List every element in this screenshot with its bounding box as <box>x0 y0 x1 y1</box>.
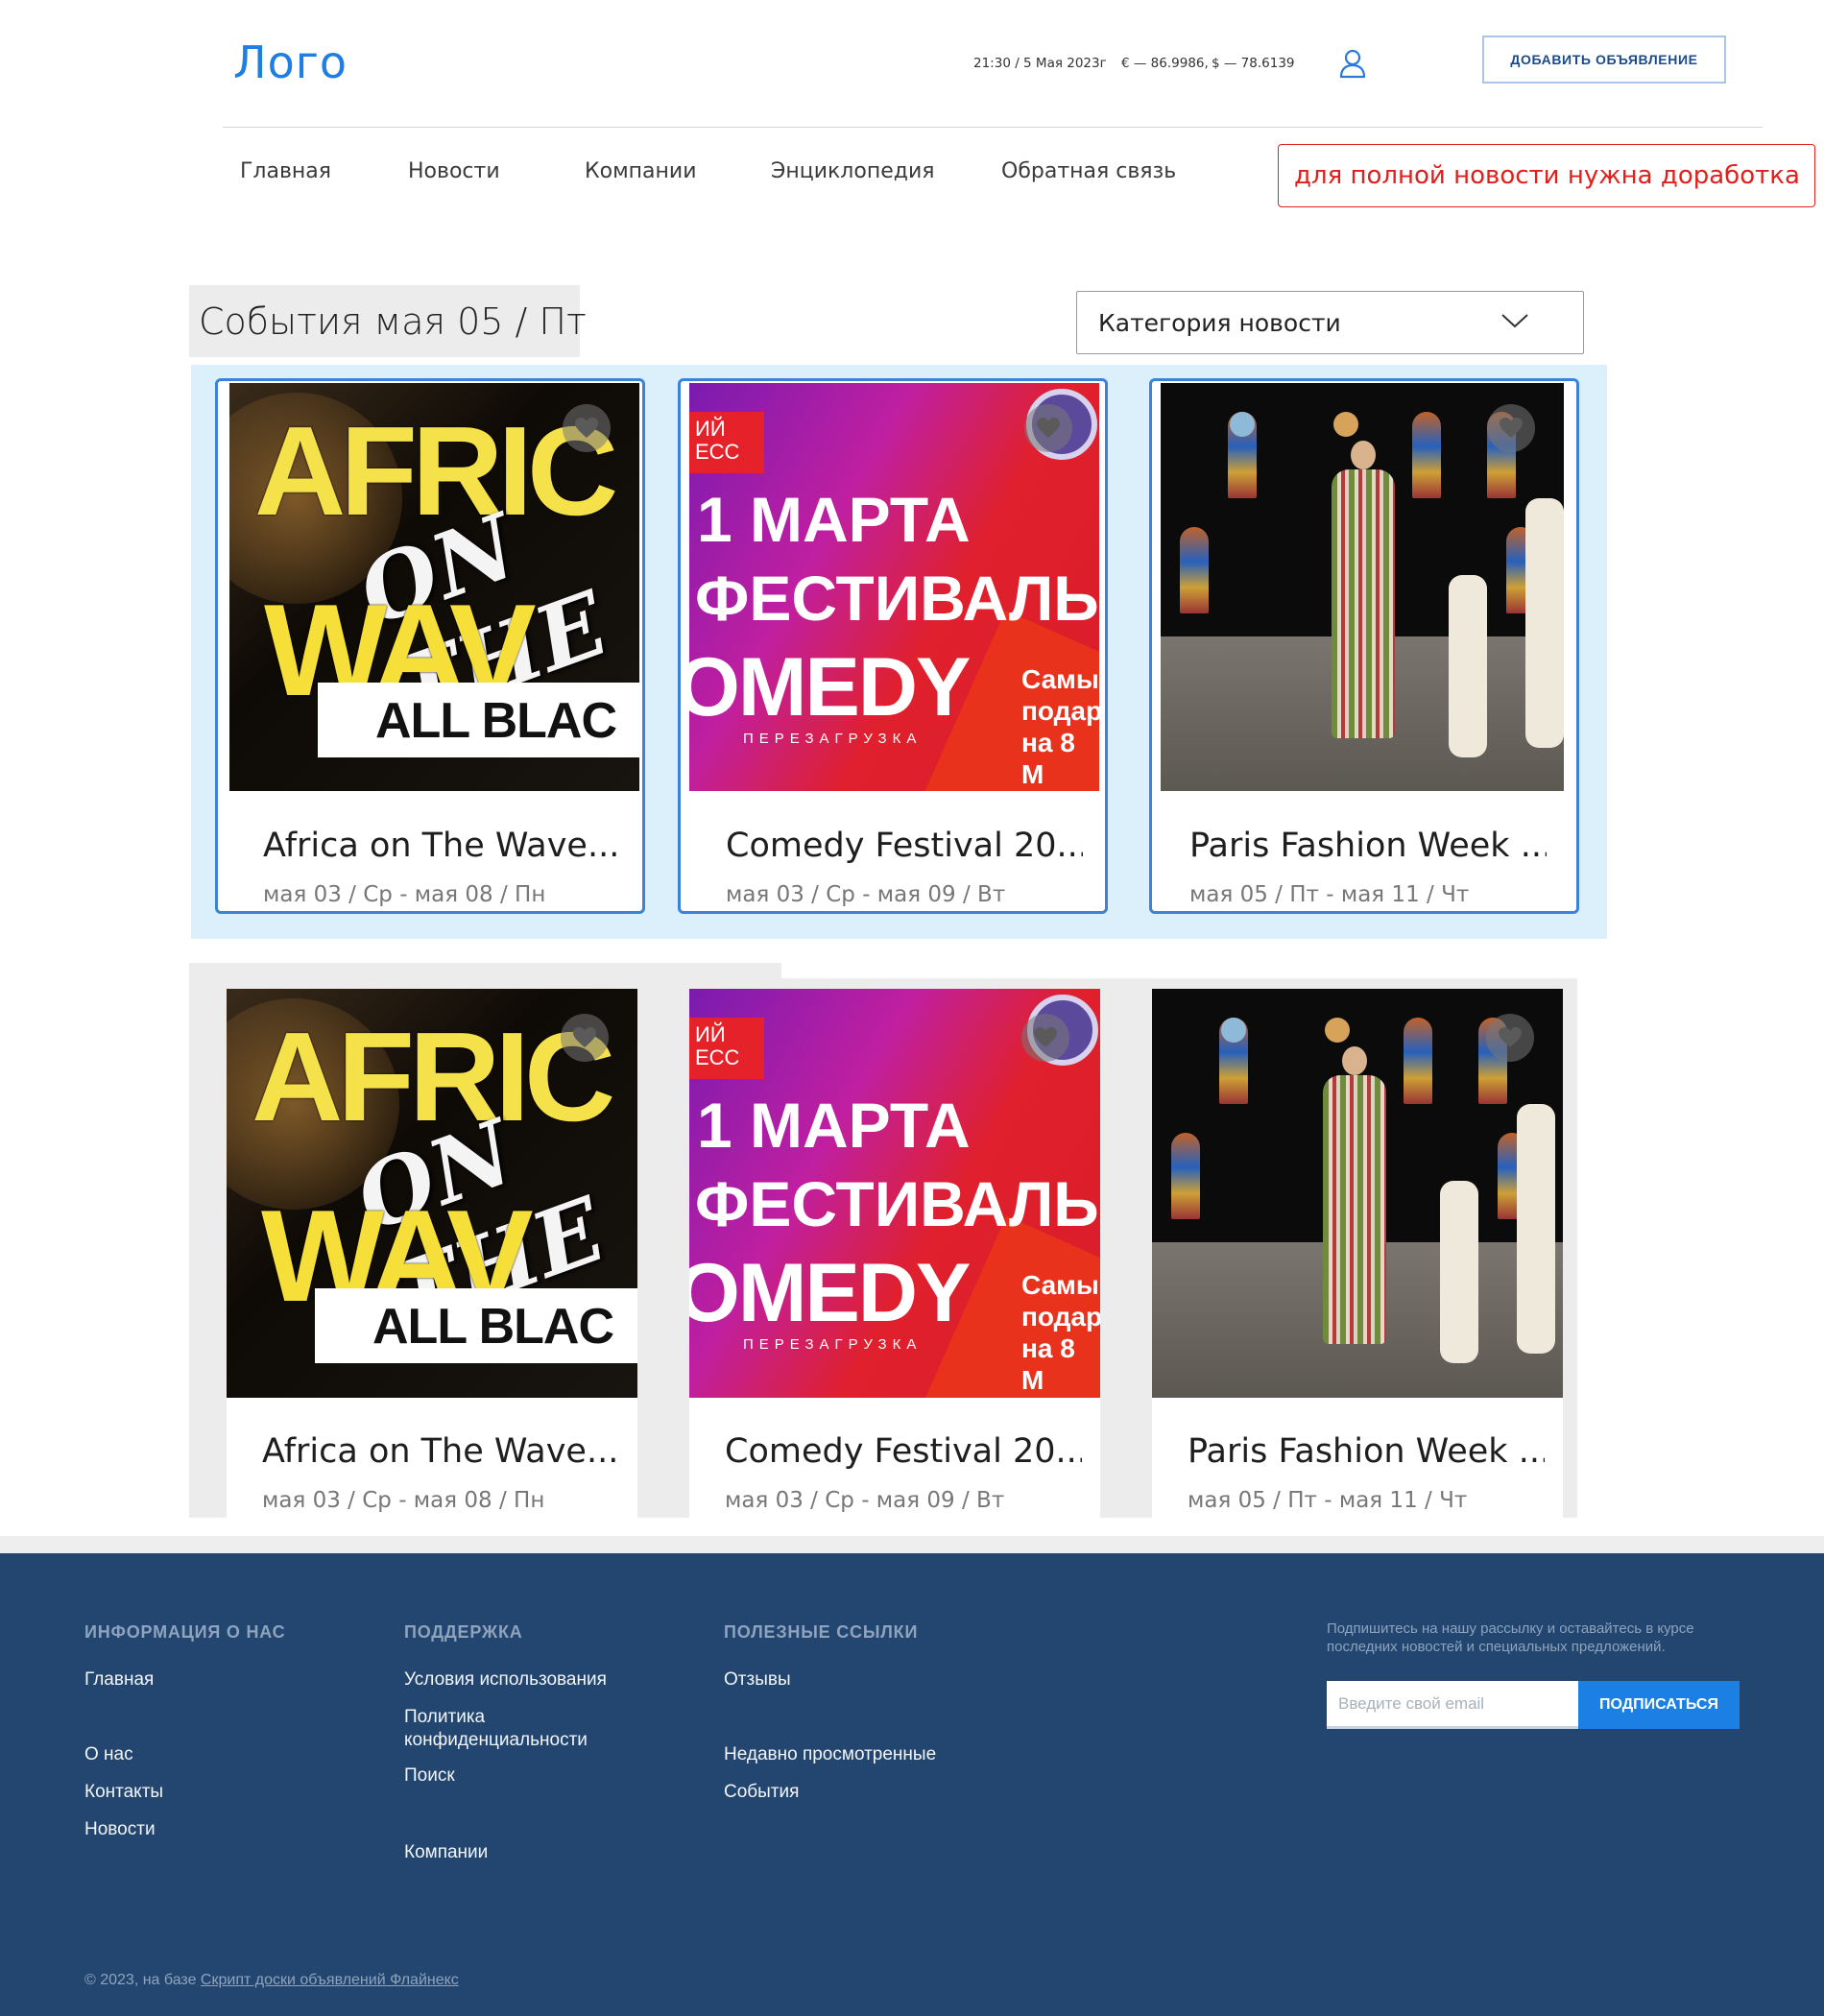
usd-rate: $ — 78.6139 <box>1212 56 1295 71</box>
favorite-button[interactable] <box>1487 404 1535 452</box>
event-card[interactable]: Paris Fashion Week ... мая 05 / Пт - мая… <box>1152 989 1563 1518</box>
eur-rate: € — 86.9986, <box>1121 56 1209 71</box>
footer-heading-support: ПОДДЕРЖКА <box>404 1622 523 1642</box>
heart-icon <box>1034 1027 1057 1047</box>
poster-text: ПЕРЕЗАГРУЗКА <box>743 731 923 747</box>
subscribe-button[interactable]: ПОДПИСАТЬСЯ <box>1578 1681 1740 1729</box>
footer-heading-useful-links: ПОЛЕЗНЫЕ ССЫЛКИ <box>724 1622 919 1642</box>
nav-item-encyclopedia[interactable]: Энциклопедия <box>771 159 935 183</box>
event-title[interactable]: Paris Fashion Week ... <box>1188 1432 1545 1471</box>
favorite-button[interactable] <box>1024 404 1072 452</box>
favorite-button[interactable] <box>563 404 611 452</box>
footer-heading-about: ИНФОРМАЦИЯ О НАС <box>84 1622 286 1642</box>
event-title[interactable]: Africa on The Wave... <box>262 1432 619 1471</box>
category-select-label: Категория новости <box>1098 308 1341 337</box>
event-date: мая 05 / Пт - мая 11 / Чт <box>1189 882 1470 907</box>
favorite-button[interactable] <box>1486 1014 1534 1062</box>
poster-text: OMEDY <box>689 641 971 733</box>
user-icon[interactable] <box>1338 48 1367 79</box>
footer-link-about[interactable]: О нас <box>84 1743 133 1766</box>
event-date: мая 03 / Ср - мая 09 / Вт <box>725 1488 1005 1513</box>
footer-divider <box>0 1536 1824 1553</box>
poster-text: ИЙ ЕСС <box>689 412 764 473</box>
event-date: мая 03 / Ср - мая 08 / Пн <box>262 1488 545 1513</box>
poster-text: ALL BLAC <box>375 693 617 749</box>
poster-text: Самы подар на 8 М <box>1021 1270 1100 1395</box>
event-card[interactable]: Paris Fashion Week ... мая 05 / Пт - мая… <box>1149 378 1579 914</box>
poster-text: ИЙ ЕСС <box>689 1018 764 1079</box>
favorite-button[interactable] <box>561 1014 609 1062</box>
chevron-down-icon <box>1501 314 1528 328</box>
event-title[interactable]: Paris Fashion Week ... <box>1189 827 1547 865</box>
add-listing-button[interactable]: ДОБАВИТЬ ОБЪЯВЛЕНИЕ <box>1482 36 1726 84</box>
event-title[interactable]: Comedy Festival 20... <box>726 827 1083 865</box>
nav-item-companies[interactable]: Компании <box>585 159 697 183</box>
heart-icon <box>1037 418 1060 438</box>
poster-text: OMEDY <box>689 1247 971 1339</box>
logo[interactable]: Лого <box>233 36 348 88</box>
poster-text: 1 МАРТА <box>697 484 971 555</box>
footer-link-events[interactable]: События <box>724 1781 799 1804</box>
footer-link-companies[interactable]: Компании <box>404 1841 488 1864</box>
event-date: мая 03 / Ср - мая 09 / Вт <box>726 882 1006 907</box>
poster-text: ФЕСТИВАЛЬ <box>695 563 1099 634</box>
nav-item-news[interactable]: Новости <box>408 159 500 183</box>
page-title: События мая 05 / Пт <box>189 285 587 357</box>
copyright-text: © 2023, на базе <box>84 1972 197 1988</box>
footer-link-privacy[interactable]: Политика конфиденциальности <box>404 1706 635 1752</box>
heart-icon <box>1499 1027 1522 1047</box>
footer-link-home[interactable]: Главная <box>84 1668 154 1692</box>
nav-item-feedback[interactable]: Обратная связь <box>1001 159 1176 183</box>
footer-link-news[interactable]: Новости <box>84 1818 156 1841</box>
annotation-note: для полной новости нужна доработка <box>1278 144 1815 207</box>
copyright-link[interactable]: Скрипт доски объявлений Флайнекс <box>201 1972 459 1988</box>
email-field[interactable] <box>1327 1681 1578 1729</box>
footer-link-search[interactable]: Поиск <box>404 1764 455 1788</box>
poster-text: ALL BLAC <box>372 1299 614 1355</box>
poster-text: ФЕСТИВАЛЬ <box>695 1168 1099 1239</box>
category-select[interactable]: Категория новости <box>1076 291 1584 354</box>
event-card[interactable]: AFRIC ON THE WAV ALL BLAC Africa on The … <box>227 989 637 1518</box>
event-title[interactable]: Comedy Festival 20... <box>725 1432 1082 1471</box>
event-card[interactable]: ИЙ ЕСС 1 МАРТА ФЕСТИВАЛЬ OMEDY ПЕРЕЗАГРУ… <box>689 989 1100 1518</box>
heart-icon <box>573 1027 596 1047</box>
copyright: © 2023, на базе Скрипт доски объявлений … <box>84 1972 459 1989</box>
event-card[interactable]: ИЙ ЕСС 1 МАРТА ФЕСТИВАЛЬ OMEDY ПЕРЕЗАГРУ… <box>678 378 1108 914</box>
date-time: 21:30 / 5 Мая 2023г <box>973 56 1107 71</box>
event-date: мая 03 / Ср - мая 08 / Пн <box>263 882 546 907</box>
heart-icon <box>1500 418 1523 438</box>
nav-item-home[interactable]: Главная <box>240 159 331 183</box>
favorite-button[interactable] <box>1021 1014 1069 1062</box>
footer-link-terms[interactable]: Условия использования <box>404 1668 607 1692</box>
event-date: мая 05 / Пт - мая 11 / Чт <box>1188 1488 1468 1513</box>
poster-text: ПЕРЕЗАГРУЗКА <box>743 1336 923 1353</box>
heart-icon <box>575 418 598 438</box>
event-title[interactable]: Africa on The Wave... <box>263 827 620 865</box>
event-card[interactable]: AFRIC ON THE WAV ALL BLAC Africa on The … <box>215 378 645 914</box>
footer-link-recently-viewed[interactable]: Недавно просмотренные <box>724 1743 936 1766</box>
footer-link-reviews[interactable]: Отзывы <box>724 1668 791 1692</box>
poster-text: Самы подар на 8 М <box>1021 664 1099 789</box>
footer-link-contacts[interactable]: Контакты <box>84 1781 163 1804</box>
header-divider <box>223 127 1763 128</box>
newsletter-text: Подпишитесь на нашу рассылку и оставайте… <box>1327 1620 1694 1655</box>
poster-text: 1 МАРТА <box>697 1090 971 1161</box>
